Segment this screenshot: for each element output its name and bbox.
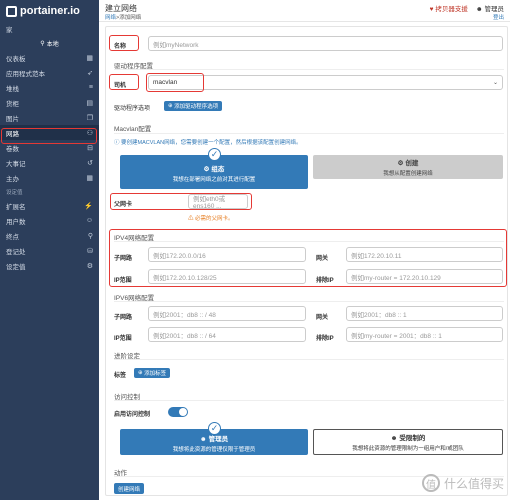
donate-link[interactable]: ♥ 拷贝器支援 — [430, 3, 468, 13]
brand-name: portainer.io — [20, 5, 80, 17]
watermark: 值 什么值得买 — [421, 474, 504, 492]
sidebar-item-label: 用户数 — [6, 218, 26, 226]
logout-link[interactable]: 登出 — [493, 13, 504, 21]
ipv6-subnet-label: 子网路 — [114, 315, 133, 321]
sidebar-item-home[interactable]: 家 — [0, 22, 99, 36]
sidebar-item-label: 登记处 — [6, 248, 26, 256]
breadcrumb-networks-link[interactable]: 网络 — [105, 15, 116, 21]
user-icon: ☻ — [475, 6, 483, 13]
users-icon: ☻ — [199, 436, 207, 443]
highlight-parent-nic — [110, 193, 252, 210]
sidebar-item-1[interactable]: 用户数 ☺ — [0, 213, 99, 228]
sidebar-item-label: 大事记 — [6, 160, 26, 168]
main-content: 名称 例如myNetwork 驱动程序配置 司机 macvlan ⌄ 驱动程序选… — [99, 22, 510, 500]
sidebar-item-1[interactable]: 应用程式范本 ➶ — [0, 65, 99, 80]
macvlan-info-note: ⓘ 要创建MACVLAN网络，您需要创建一个配置，然后根据该配置创建网络。 — [114, 140, 302, 146]
sidebar-item-label: 图片 — [6, 115, 19, 123]
sidebar-item-0[interactable]: 仪表板 ▦ — [0, 50, 99, 65]
sidebar-item-2[interactable]: 终点 ⚲ — [0, 228, 99, 243]
ipv6-iprange-input[interactable]: 例如2001：db8 :: / 64 — [148, 327, 306, 342]
driver-options-label: 驱动程序选项 — [114, 106, 151, 112]
brand-logo[interactable]: portainer.io — [0, 0, 99, 22]
config-card[interactable]: ✓ ⚙ 组态 我想在部署网络之前对其进行配置 — [120, 148, 308, 189]
ipv6-iprange-label: IP范围 — [114, 336, 132, 342]
sidebar-item-label: 货柜 — [6, 100, 19, 108]
parent-nic-warning: ⚠ 必需的父网卡。 — [188, 216, 234, 222]
plus-icon: ⊕ — [138, 370, 143, 376]
sidebar-item-label: 扩展名 — [6, 203, 26, 211]
rocket-icon: ➶ — [87, 69, 93, 77]
sidebar-item-label: 主办 — [6, 175, 19, 183]
watermark-logo-icon: 值 — [421, 474, 440, 492]
sidebar-endpoint-label: ⚲ 本地 — [40, 40, 59, 48]
dashboard-icon: ▦ — [86, 54, 93, 62]
cog-icon: ⚙ — [397, 160, 404, 167]
tags-label: 标签 — [114, 373, 127, 379]
sidebar-item-label: 仪表板 — [6, 55, 26, 63]
highlight-name-label — [109, 35, 139, 51]
form-panel: 名称 例如myNetwork 驱动程序配置 司机 macvlan ⌄ 驱动程序选… — [105, 26, 508, 496]
stack-icon: ≡ — [88, 84, 93, 91]
sidebar-item-label: 应用程式范本 — [6, 70, 45, 78]
database-icon: ⛁ — [87, 247, 93, 255]
access-control-toggle[interactable] — [168, 407, 188, 417]
sidebar-item-label: 卷数 — [6, 145, 19, 153]
macvlan-section-title: Macvlan配置 — [114, 126, 152, 133]
sidebar-item-0[interactable]: 扩展名 ⚡ — [0, 198, 99, 213]
warning-icon: ⚠ — [188, 216, 194, 222]
endpoint-icon: ⚲ — [40, 40, 45, 47]
access-toggle-label: 启用访问控制 — [114, 412, 151, 418]
th-icon: ▦ — [86, 174, 93, 182]
create-card[interactable]: ⚙ 创建 我想从配置创建网络 — [313, 155, 503, 179]
create-network-button[interactable]: 创建网络 — [114, 483, 145, 494]
user-menu[interactable]: ☻ 管理员 — [476, 3, 504, 13]
highlight-driver-value — [146, 73, 204, 92]
highlight-network-item — [1, 128, 97, 144]
add-driver-option-button[interactable]: ⊕ 添加驱动程序选项 — [164, 101, 223, 111]
cogs-icon: ⚙ — [86, 262, 93, 270]
sidebar-item-4[interactable]: 设定值 ⚙ — [0, 258, 99, 273]
sidebar-item-label: 设定值 — [6, 263, 26, 271]
sidebar-section-settings: 设定值 — [6, 189, 23, 196]
cog-icon: ⚙ — [203, 166, 210, 173]
restricted-card[interactable]: ☻ 受限制的 我想将此资源的管理限制为一组用户和/或团队 — [313, 429, 503, 455]
history-icon: ↺ — [87, 159, 93, 167]
users-icon: ☻ — [390, 435, 398, 442]
plus-icon: ⊕ — [168, 103, 173, 109]
ipv6-exclude-label: 排除IP — [316, 336, 334, 342]
ipv6-exclude-input[interactable]: 例如my-router = 2001：db8 :: 1 — [346, 327, 503, 342]
info-icon: ⓘ — [114, 140, 120, 146]
plug-icon: ⚲ — [87, 232, 93, 240]
hdd-icon: ⊟ — [87, 144, 93, 152]
sidebar: portainer.io 家 ⚲ 本地 仪表板 ▦ 应用程式范本 ➶ 堆栈 ≡ 货柜 ▤ 图片 ❐… — [0, 0, 99, 500]
sidebar-item-3[interactable]: 货柜 ▤ — [0, 95, 99, 110]
add-tag-button[interactable]: ⊕ 添加标签 — [134, 368, 171, 378]
sidebar-item-7[interactable]: 大事记 ↺ — [0, 155, 99, 170]
name-input[interactable]: 例如myNetwork — [148, 36, 503, 51]
breadcrumb: 网络>添加网络 — [105, 15, 142, 21]
users-icon: ☺ — [85, 217, 93, 224]
check-icon: ✓ — [208, 422, 221, 435]
breadcrumb-current: 添加网络 — [119, 15, 142, 21]
sidebar-item-2[interactable]: 堆栈 ≡ — [0, 80, 99, 95]
sidebar-item-8[interactable]: 主办 ▦ — [0, 170, 99, 185]
chevron-down-icon: ⌄ — [492, 80, 498, 86]
highlight-ipv4-section — [109, 229, 507, 287]
server-icon: ▤ — [86, 99, 93, 107]
ipv6-gateway-input[interactable]: 例如2001：db8 :: 1 — [346, 306, 503, 321]
ipv6-gateway-label: 网关 — [316, 315, 329, 321]
portainer-logo-icon — [6, 5, 17, 17]
highlight-driver-label — [109, 74, 139, 90]
bolt-icon: ⚡ — [84, 202, 93, 210]
admin-card[interactable]: ✓ ☻ 管理员 我想将此资源的管理仅限于管理员 — [120, 422, 308, 455]
sidebar-item-label: 终点 — [6, 233, 19, 241]
page-header: 建立网络 网络>添加网络 ♥ 拷贝器支援 ☻ 管理员 登出 — [99, 0, 510, 22]
check-icon: ✓ — [208, 148, 221, 161]
clone-icon: ❐ — [86, 114, 93, 122]
sidebar-item-label: 堆栈 — [6, 85, 19, 93]
sidebar-item-3[interactable]: 登记处 ⛁ — [0, 243, 99, 258]
sidebar-item-4[interactable]: 图片 ❐ — [0, 110, 99, 125]
ipv6-subnet-input[interactable]: 例如2001：db8 :: / 48 — [148, 306, 306, 321]
